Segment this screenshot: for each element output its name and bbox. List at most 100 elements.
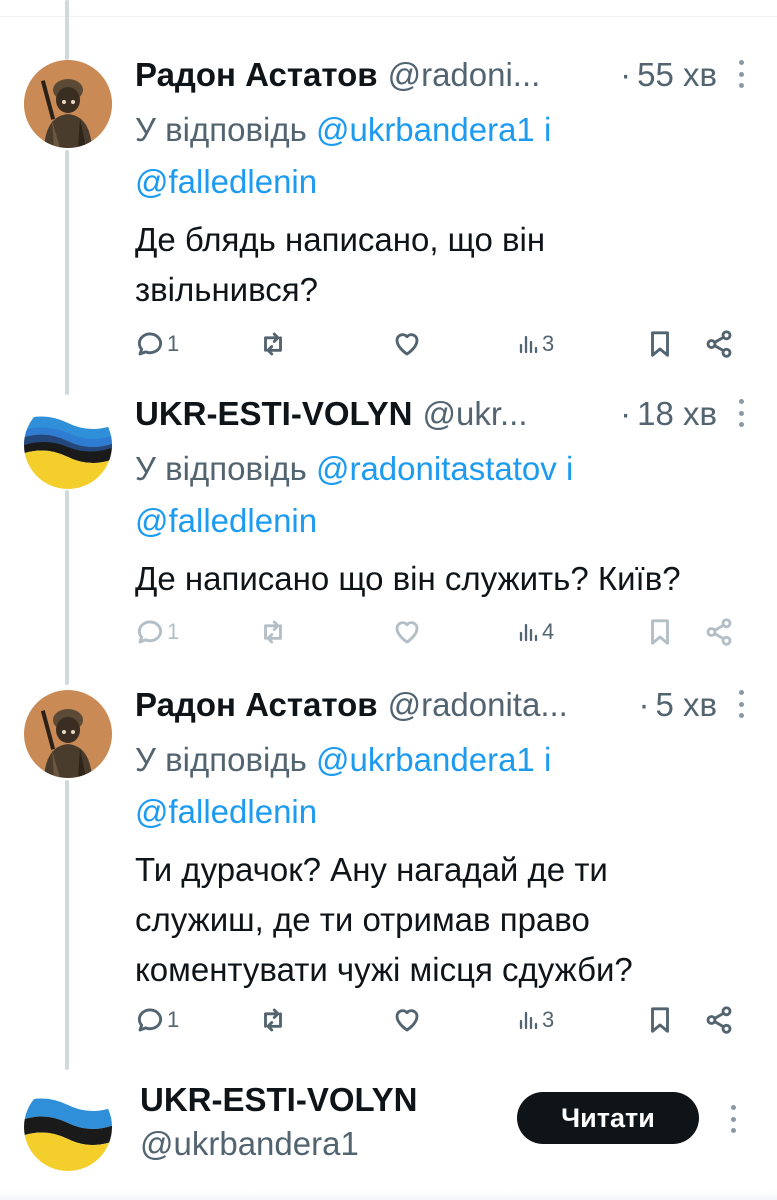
reply-button[interactable]: 1: [135, 612, 179, 652]
flag-avatar-image: [24, 401, 112, 489]
tweet-header: Радон Астатов @radoni... · 55 хв: [135, 50, 747, 100]
share-button[interactable]: [704, 324, 734, 364]
share-button[interactable]: [704, 612, 734, 652]
avatar[interactable]: [24, 1083, 112, 1171]
mention-link[interactable]: @falledlenin: [135, 163, 317, 200]
like-icon: [395, 333, 419, 356]
like-button[interactable]: [392, 612, 422, 652]
retweet-button[interactable]: [258, 612, 288, 652]
views-count: 3: [542, 331, 555, 356]
author-handle[interactable]: @ukr...: [422, 395, 527, 433]
views-button[interactable]: 4: [516, 612, 554, 652]
tweet-content: Радон Астатов @radoni... · 55 хв У відпо…: [135, 50, 747, 315]
follow-card-handle[interactable]: @ukrbandera1: [140, 1125, 359, 1163]
reply-button[interactable]: 1: [135, 324, 179, 364]
timestamp[interactable]: 5 хв: [655, 686, 717, 724]
like-icon: [395, 621, 419, 644]
reply-context: У відповідь @ukrbandera1 і @falledlenin: [135, 734, 747, 838]
mention-link[interactable]: @falledlenin: [135, 793, 317, 830]
thread-line: [65, 0, 69, 60]
tweet-text: Де написано що він служить? Київ?: [135, 554, 747, 604]
tweet-text-line: коментувати чужі місця сдужби?: [135, 951, 633, 988]
tweet-text-line: служиш, де ти отримав право: [135, 901, 590, 938]
views-button[interactable]: 3: [516, 1000, 554, 1040]
retweet-button[interactable]: [258, 324, 288, 364]
views-icon: [519, 1011, 538, 1030]
bookmark-button[interactable]: [645, 1000, 675, 1040]
reply-prefix: У відповідь: [135, 741, 307, 778]
retweet-icon: [264, 620, 282, 644]
tweet-text-line: Де блядь написано, що він: [135, 221, 546, 258]
more-icon[interactable]: [729, 686, 753, 722]
follow-card-name[interactable]: UKR-ESTI-VOLYN: [140, 1081, 417, 1119]
share-icon: [706, 1006, 732, 1034]
tweet-header: UKR-ESTI-VOLYN @ukr... · 18 хв: [135, 389, 747, 439]
reply-count: 1: [167, 331, 180, 356]
dot-separator: ·: [638, 686, 650, 723]
tweet-content: Радон Астатов @radonita... · 5 хв У відп…: [135, 680, 747, 995]
mention-link[interactable]: @falledlenin: [135, 502, 317, 539]
top-divider: [0, 16, 777, 17]
author-handle[interactable]: @radonita...: [388, 686, 568, 724]
views-icon: [519, 335, 538, 354]
like-button[interactable]: [392, 1000, 422, 1040]
author-handle[interactable]: @radoni...: [388, 56, 541, 94]
like-icon: [395, 1009, 419, 1032]
mention-link[interactable]: @ukrbandera1: [316, 111, 535, 148]
bookmark-icon: [651, 1007, 669, 1033]
share-icon: [706, 618, 732, 646]
timestamp[interactable]: 18 хв: [637, 395, 717, 433]
reply-and: і: [565, 450, 574, 487]
avatar[interactable]: [24, 690, 112, 778]
tweet-actions: 1 4: [0, 612, 777, 652]
tweet-actions: 1 3: [0, 1000, 777, 1040]
more-icon[interactable]: [728, 1105, 738, 1133]
share-button[interactable]: [704, 1000, 734, 1040]
views-count: 4: [542, 619, 555, 644]
reply-icon: [137, 332, 163, 356]
tweet-text: Ти дурачок? Ану нагадай де ти служиш, де…: [135, 845, 747, 995]
bookmark-button[interactable]: [645, 612, 675, 652]
more-icon[interactable]: [729, 395, 753, 431]
reply-button[interactable]: 1: [135, 1000, 179, 1040]
reply-count: 1: [167, 1007, 180, 1032]
tweet-text: Де блядь написано, що він звільнився?: [135, 215, 747, 315]
author-name[interactable]: UKR-ESTI-VOLYN: [135, 395, 412, 433]
tweet-actions: 1 3: [0, 324, 777, 364]
author-name[interactable]: Радон Астатов: [135, 56, 378, 94]
share-icon: [706, 330, 732, 358]
avatar[interactable]: [24, 401, 112, 489]
views-button[interactable]: 3: [516, 324, 554, 364]
reply-icon: [137, 1008, 163, 1032]
retweet-icon: [264, 1008, 282, 1032]
reply-count: 1: [167, 619, 180, 644]
dot-separator: ·: [620, 56, 632, 93]
mention-link[interactable]: @ukrbandera1: [316, 741, 535, 778]
tweet-text-line: Ти дурачок? Ану нагадай де ти: [135, 851, 608, 888]
timestamp[interactable]: 55 хв: [637, 56, 717, 94]
reply-prefix: У відповідь: [135, 111, 307, 148]
follow-button[interactable]: Читати: [517, 1092, 699, 1144]
retweet-icon: [264, 332, 282, 356]
avatar[interactable]: [24, 60, 112, 148]
retweet-button[interactable]: [258, 1000, 288, 1040]
tweet-text-line: звільнився?: [135, 271, 318, 308]
tweet-text-line: Де написано що він служить? Київ?: [135, 560, 681, 597]
dot-separator: ·: [620, 395, 632, 432]
reply-context: У відповідь @radonitastatov і @falledlen…: [135, 443, 747, 547]
follow-card[interactable]: UKR-ESTI-VOLYN @ukrbandera1 Читати: [0, 1075, 777, 1185]
author-name[interactable]: Радон Астатов: [135, 686, 378, 724]
tweet-header: Радон Астатов @radonita... · 5 хв: [135, 680, 747, 730]
mention-link[interactable]: @radonitastatov: [316, 450, 557, 487]
like-button[interactable]: [392, 324, 422, 364]
reply-prefix: У відповідь: [135, 450, 307, 487]
reply-and: і: [543, 741, 552, 778]
bookmark-button[interactable]: [645, 324, 675, 364]
reply-icon: [137, 620, 163, 644]
bottom-edge: [0, 1190, 777, 1200]
reply-context: У відповідь @ukrbandera1 і @falledlenin: [135, 104, 747, 208]
more-icon[interactable]: [729, 56, 753, 92]
reply-and: і: [543, 111, 552, 148]
views-icon: [519, 623, 538, 642]
flag-avatar-image: [24, 1083, 112, 1171]
